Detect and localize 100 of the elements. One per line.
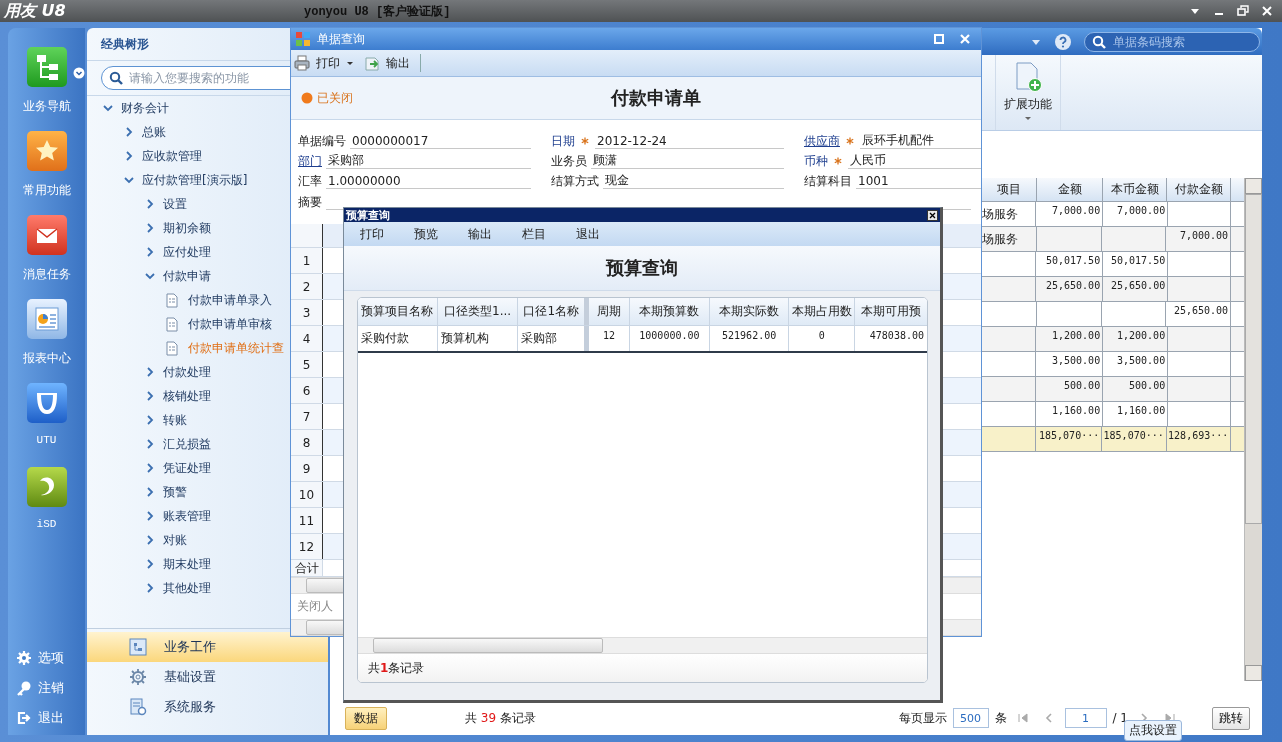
expand-chevron-icon[interactable] [124, 151, 134, 161]
row-number: 11 [291, 508, 323, 533]
menu-item[interactable]: 输出 [468, 225, 492, 243]
column-header[interactable]: 本期实际数 [709, 298, 790, 325]
key-icon [16, 680, 32, 696]
horizontal-scrollbar[interactable] [358, 637, 927, 654]
expand-chevron-icon[interactable] [145, 487, 155, 497]
table-cell: 0 [789, 326, 856, 351]
vertical-scrollbar[interactable] [1244, 178, 1262, 681]
restore-icon[interactable] [1236, 4, 1250, 18]
input-field[interactable]: 1.00000000 [326, 173, 531, 189]
column-header[interactable]: 本期占用数 [789, 298, 856, 325]
column-header[interactable]: 付款金额 [1167, 178, 1231, 201]
document-icon [166, 340, 178, 356]
maximize-icon[interactable] [933, 33, 945, 45]
expand-chevron-icon[interactable] [145, 223, 155, 233]
help-icon[interactable] [1054, 32, 1072, 51]
input-field[interactable]: 采购部 [326, 153, 531, 169]
expand-chevron-icon[interactable] [145, 463, 155, 473]
input-field[interactable]: 人民币 [848, 153, 981, 169]
expand-chevron-icon[interactable] [145, 367, 155, 377]
toolbar-button[interactable]: 输出 [364, 54, 410, 72]
rail-button[interactable]: 退出 [8, 703, 85, 733]
table-cell: 50,017.50 [1036, 252, 1104, 276]
total-cell: 185,070··· [1102, 427, 1167, 451]
table-cell: 25,650.00 [1165, 302, 1232, 326]
column-header[interactable]: 预算项目名称 [358, 298, 438, 325]
search-field[interactable]: 单据条码搜索 [1084, 31, 1260, 52]
chart-document-icon[interactable] [26, 299, 67, 339]
exit-icon [16, 710, 32, 726]
expand-chevron-icon[interactable] [145, 247, 155, 257]
column-header[interactable]: 本币金额 [1103, 178, 1167, 201]
field-link[interactable]: 部门 [298, 152, 322, 170]
section-tab[interactable]: 系统服务 [87, 692, 328, 722]
field-link[interactable]: 供应商 [804, 132, 840, 150]
per-page-field[interactable]: 500 [952, 708, 989, 728]
close-icon[interactable] [927, 209, 938, 221]
table-cell: 500.00 [1036, 377, 1104, 401]
input-field[interactable]: 0000000017 [350, 133, 531, 149]
column-header[interactable]: 金额 [1037, 178, 1103, 201]
table-cell: 1,200.00 [1103, 327, 1169, 351]
collapse-chevron-icon[interactable] [145, 271, 155, 281]
rail-button[interactable]: 选项 [8, 643, 85, 673]
tree-item[interactable]: 其他处理 [87, 576, 328, 600]
rail-label[interactable]: 消息任务 [22, 266, 71, 283]
expand-chevron-icon[interactable] [145, 583, 155, 593]
horseshoe-icon[interactable] [26, 383, 67, 423]
input-field[interactable]: 1001 [856, 173, 981, 189]
expand-chevron-icon[interactable] [145, 511, 155, 521]
menu-item[interactable]: 栏目 [522, 225, 546, 243]
rail-button[interactable]: 注销 [8, 673, 85, 703]
expand-chevron-icon[interactable] [145, 535, 155, 545]
page-field[interactable]: 1 [1064, 708, 1107, 728]
rail-label[interactable]: 报表中心 [22, 350, 71, 367]
field-label: 关闭人 [296, 598, 334, 615]
tool-button[interactable]: 扩展功能 [995, 55, 1061, 130]
rail-label[interactable]: 业务导航 [22, 98, 71, 115]
row-number: 12 [291, 534, 323, 559]
row-number: 2 [291, 274, 323, 299]
document-icon [166, 316, 178, 332]
menu-item[interactable]: 退出 [576, 225, 600, 243]
input-field[interactable]: 现金 [603, 173, 784, 189]
field-label: 单据编号 [298, 132, 346, 150]
swirl-icon[interactable] [26, 467, 67, 507]
toolbar-button[interactable]: 打印 [294, 54, 354, 72]
data-tab[interactable]: 数据 [345, 706, 387, 730]
expand-chevron-icon[interactable] [145, 415, 155, 425]
section-tab[interactable]: 基础设置 [87, 662, 328, 692]
expand-chevron-icon[interactable] [145, 391, 155, 401]
expand-chevron-icon[interactable] [124, 127, 134, 137]
field-label: 结算方式 [551, 172, 599, 190]
close-icon[interactable] [1260, 4, 1274, 18]
menu-item[interactable]: 打印 [360, 225, 384, 243]
rail-label[interactable]: iSD [36, 518, 57, 530]
section-tab[interactable]: 业务工作 [87, 632, 328, 662]
column-header[interactable]: 本期可用预 [855, 298, 927, 325]
expand-chevron-icon[interactable] [145, 439, 155, 449]
column-header[interactable]: 口径1名称 [518, 298, 590, 325]
expand-chevron-icon[interactable] [145, 199, 155, 209]
column-header[interactable]: 周期 [589, 298, 631, 325]
column-header[interactable]: 口径类型1... [437, 298, 519, 325]
collapse-chevron-icon[interactable] [103, 103, 113, 113]
field-label: 汇率 [298, 172, 322, 190]
rail-label[interactable]: 常用功能 [22, 182, 71, 199]
printer-icon [294, 55, 310, 71]
input-field[interactable]: 辰环手机配件 [860, 133, 981, 149]
envelope-icon[interactable] [26, 215, 67, 255]
folder-tree-icon[interactable] [26, 47, 67, 87]
menu-item[interactable]: 预览 [414, 225, 438, 243]
dropdown-icon[interactable] [72, 67, 85, 79]
expand-chevron-icon[interactable] [145, 559, 155, 569]
table-cell: 预算机构 [437, 326, 519, 351]
input-field[interactable]: 2012-12-24 [595, 133, 784, 149]
row-number: 1 [291, 248, 323, 273]
column-header[interactable]: 本期预算数 [630, 298, 710, 325]
collapse-chevron-icon[interactable] [124, 175, 134, 185]
table-cell: 1,160.00 [1036, 402, 1104, 426]
input-field[interactable]: 顾潇 [591, 153, 784, 169]
jump-button[interactable]: 跳转 [1212, 706, 1250, 730]
tree-item[interactable]: 期初余额 [87, 216, 328, 240]
